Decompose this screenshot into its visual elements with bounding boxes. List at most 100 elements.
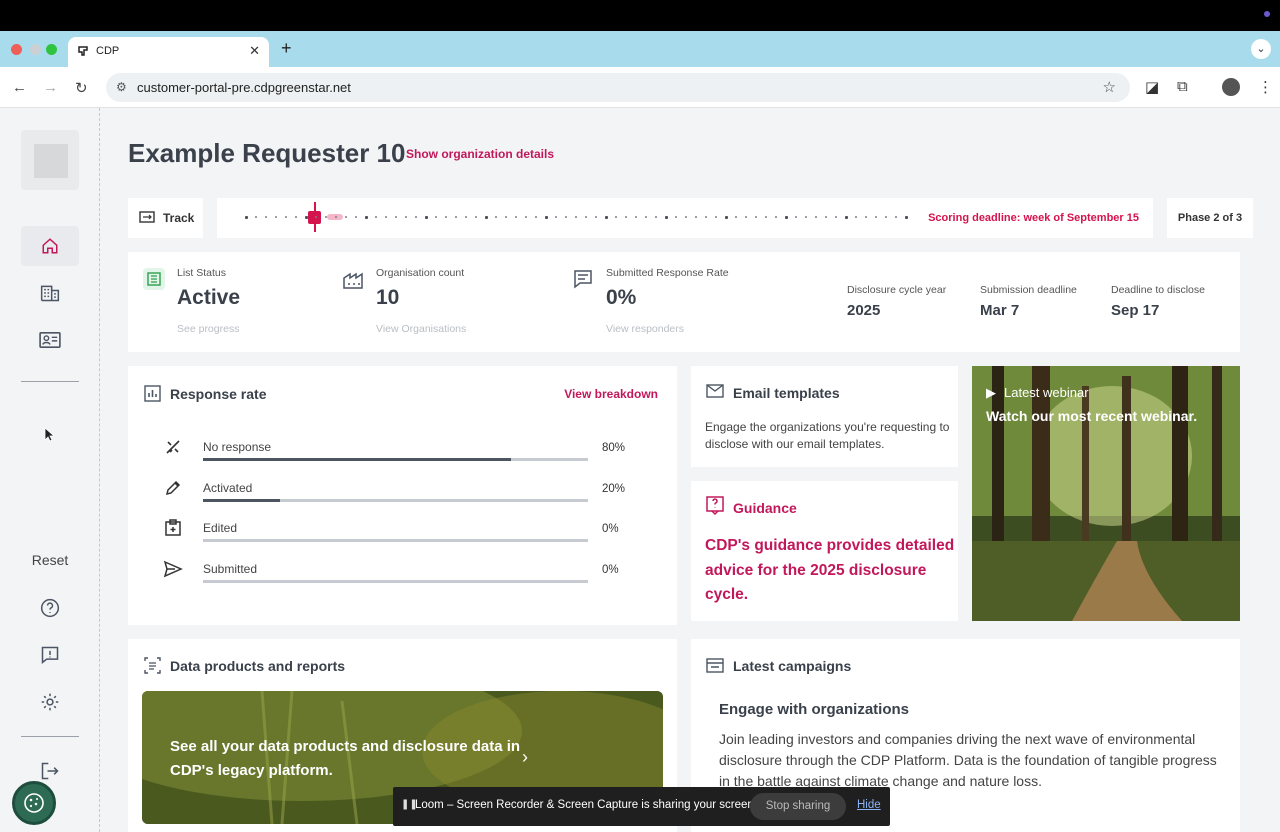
campaigns-icon: [706, 658, 724, 673]
list-status-icon: [143, 268, 165, 290]
tab-search-chevron-icon[interactable]: ⌄: [1251, 39, 1271, 59]
response-row: No response 80%: [158, 436, 628, 466]
timeline-dot: [555, 216, 557, 218]
list-status-label: List Status: [177, 267, 227, 279]
cookie-settings-button[interactable]: [12, 781, 56, 825]
profile-avatar[interactable]: [1222, 78, 1240, 96]
show-organization-details-link[interactable]: Show organization details: [406, 147, 554, 161]
address-bar: ← → ↻ ⚙ customer-portal-pre.cdpgreenstar…: [0, 67, 1280, 108]
timeline-dot: [535, 216, 537, 218]
timeline-dot: [425, 215, 428, 219]
browser-tab[interactable]: CDP ✕: [68, 37, 269, 67]
latest-webinar-label-text: Latest webinar: [1004, 385, 1089, 400]
reset-button[interactable]: Reset: [0, 552, 100, 568]
timeline-dot: [375, 216, 377, 218]
url-text[interactable]: customer-portal-pre.cdpgreenstar.net: [137, 80, 351, 95]
timeline-dot: [595, 216, 597, 218]
sidebar-item-organisations[interactable]: [21, 273, 79, 313]
timeline-dot: [415, 216, 417, 218]
close-tab-icon[interactable]: ✕: [249, 43, 260, 59]
view-organisations-link[interactable]: View Organisations: [376, 323, 466, 335]
sidebar-item-contacts[interactable]: [21, 320, 79, 360]
video-icon: ▶: [986, 385, 996, 400]
sidebar-item-settings[interactable]: [21, 682, 79, 722]
response-progress-bar: [203, 579, 588, 583]
timeline-dot: [305, 215, 308, 219]
timeline-dot: [295, 216, 297, 218]
new-tab-button[interactable]: +: [281, 38, 292, 59]
report-icon: [144, 657, 161, 674]
timeline-dot: [715, 216, 717, 218]
timeline-dot: [735, 216, 737, 218]
maximize-window-button[interactable]: [46, 44, 57, 55]
sidebar-divider: [21, 381, 79, 382]
timeline-dot: [845, 215, 848, 219]
view-breakdown-link[interactable]: View breakdown: [564, 387, 658, 401]
browser-menu-icon[interactable]: ⋮: [1258, 78, 1273, 96]
timeline-dot: [835, 216, 837, 218]
no-response-icon: [158, 436, 188, 458]
url-box[interactable]: ⚙ customer-portal-pre.cdpgreenstar.net ☆: [106, 73, 1130, 102]
see-progress-link[interactable]: See progress: [177, 323, 239, 335]
forward-icon[interactable]: →: [43, 79, 58, 96]
view-responders-link[interactable]: View responders: [606, 323, 684, 335]
timeline-dot: [505, 216, 507, 218]
latest-webinar-card[interactable]: ▶ Latest webinar Watch our most recent we…: [972, 366, 1240, 621]
response-row-percent: 20%: [602, 482, 626, 495]
stat-submission-deadline: Submission deadline Mar 7: [980, 284, 1077, 319]
org-count-label: Organisation count: [376, 267, 465, 279]
list-status-value: Active: [177, 286, 241, 309]
timeline[interactable]: Scoring deadline: week of September 15: [217, 198, 1153, 238]
timeline-dot: [455, 216, 457, 218]
timeline-dot: [245, 215, 248, 219]
mouse-cursor-icon: [44, 427, 54, 442]
track-button[interactable]: Track: [128, 198, 203, 238]
cdp-favicon-icon: [78, 46, 88, 56]
disclose-deadline-value: Sep 17: [1111, 302, 1160, 319]
guidance-icon: [706, 496, 724, 515]
timeline-dot: [395, 216, 397, 218]
back-icon[interactable]: ←: [12, 79, 27, 96]
organization-logo[interactable]: [21, 130, 79, 190]
extensions-puzzle-icon[interactable]: ⧉: [1177, 78, 1188, 95]
help-icon: [40, 598, 60, 618]
response-row-percent: 0%: [602, 523, 619, 535]
email-templates-card[interactable]: Email templates Engage the organizations…: [691, 366, 958, 467]
reload-icon[interactable]: ↻: [75, 79, 88, 97]
sidebar-item-feedback[interactable]: [21, 635, 79, 675]
stop-sharing-button[interactable]: Stop sharing: [750, 793, 846, 820]
response-row: Edited 0%: [158, 517, 628, 547]
response-row-percent: 0%: [602, 563, 619, 576]
phase-indicator: Phase 2 of 3: [1167, 198, 1253, 238]
latest-campaigns-title: Latest campaigns: [733, 658, 852, 674]
response-rate-card: Response rate View breakdown No response…: [128, 366, 677, 625]
timeline-dot: [515, 216, 517, 218]
sidebar-item-home[interactable]: [21, 226, 79, 266]
bookmark-star-icon[interactable]: ☆: [1103, 78, 1116, 96]
tab-strip: CDP ✕ + ⌄: [0, 31, 1280, 67]
timeline-dot: [655, 216, 657, 218]
response-rate-value: 0%: [606, 286, 637, 309]
response-row-label: Activated: [203, 480, 253, 495]
timeline-dot: [405, 216, 407, 218]
sidebar: Reset: [0, 108, 100, 832]
timeline-dot: [255, 216, 257, 218]
minimize-window-button[interactable]: [30, 44, 41, 55]
close-window-button[interactable]: [11, 44, 22, 55]
hide-link[interactable]: Hide: [857, 799, 881, 811]
latest-webinar-label: ▶ Latest webinar: [986, 385, 1089, 401]
site-info-icon[interactable]: ⚙: [116, 80, 127, 94]
stats-panel: List Status Active See progress Organisa…: [128, 252, 1240, 352]
response-row-label: Submitted: [203, 561, 258, 576]
response-row: Activated 20%: [158, 477, 628, 507]
campaign-text: Join leading investors and companies dri…: [719, 731, 1217, 789]
timeline-dot: [345, 216, 347, 218]
extension-loom-icon[interactable]: ◪: [1145, 78, 1159, 96]
guidance-card[interactable]: Guidance CDP's guidance provides detaile…: [691, 481, 958, 621]
timeline-dot: [815, 216, 817, 218]
chevron-right-icon[interactable]: ›: [522, 747, 528, 768]
response-rate-icon: [572, 268, 594, 290]
sidebar-item-help[interactable]: [21, 588, 79, 628]
sidebar-divider-bottom: [21, 736, 79, 737]
contact-card-icon: [39, 331, 61, 349]
